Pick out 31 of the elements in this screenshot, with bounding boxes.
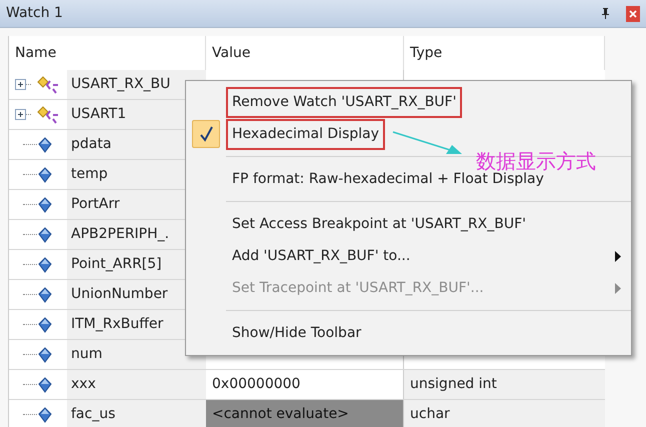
highlight-box: Hexadecimal Display bbox=[226, 118, 386, 150]
value-cell: <cannot evaluate> bbox=[206, 400, 404, 427]
variable-icon bbox=[37, 166, 53, 182]
pin-icon[interactable] bbox=[601, 8, 610, 19]
annotation-arrow bbox=[392, 131, 462, 154]
annotation-text: 数据显示方式 bbox=[476, 148, 596, 173]
variable-icon bbox=[37, 406, 53, 422]
variable-icon bbox=[37, 226, 53, 242]
highlight-box: Remove Watch 'USART_RX_BUF' bbox=[226, 86, 462, 118]
expand-icon[interactable] bbox=[15, 79, 26, 90]
variable-name: xxx bbox=[67, 370, 206, 399]
variable-name: USART_RX_BU bbox=[67, 70, 206, 99]
variable-icon bbox=[37, 196, 53, 212]
column-header[interactable]: Type bbox=[404, 36, 605, 70]
expand-icon[interactable] bbox=[15, 109, 26, 120]
variable-icon bbox=[37, 136, 53, 152]
column-header[interactable]: Value bbox=[206, 36, 404, 70]
close-icon bbox=[629, 10, 637, 18]
variable-icon bbox=[37, 376, 53, 392]
struct-icon bbox=[37, 76, 59, 94]
struct-icon bbox=[37, 106, 59, 124]
type-cell: uchar bbox=[404, 400, 605, 427]
close-button[interactable] bbox=[626, 6, 640, 22]
variable-icon bbox=[37, 316, 53, 332]
variable-name: fac_us bbox=[67, 400, 206, 427]
variable-icon bbox=[37, 346, 53, 362]
window-title: Watch 1 bbox=[6, 4, 63, 23]
variable-icon bbox=[37, 286, 53, 302]
variable-icon bbox=[37, 256, 53, 272]
variable-name: num bbox=[67, 340, 206, 369]
type-cell: unsigned int bbox=[404, 370, 605, 399]
